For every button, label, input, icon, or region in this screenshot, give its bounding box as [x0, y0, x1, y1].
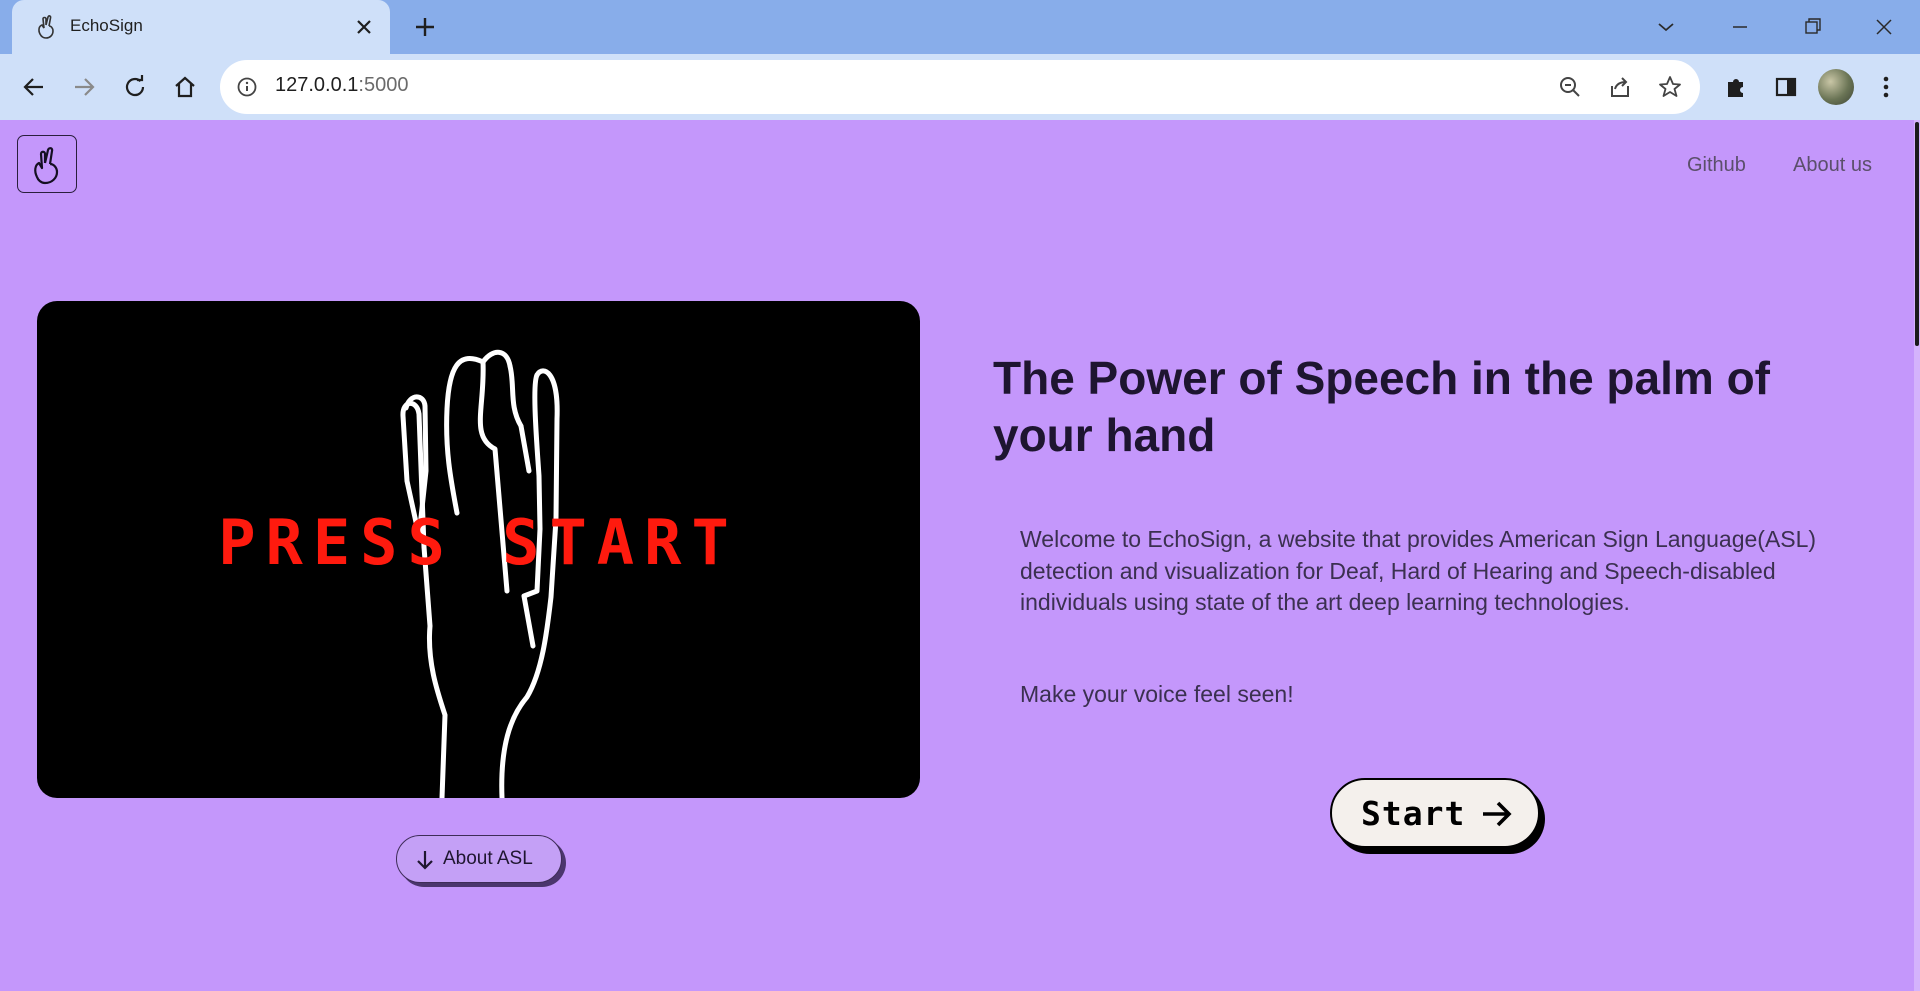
- url-host: 127.0.0.1: [275, 74, 359, 96]
- reload-icon[interactable]: [119, 71, 151, 103]
- start-label: Start: [1361, 794, 1466, 833]
- more-menu-icon[interactable]: [1870, 71, 1902, 103]
- profile-avatar[interactable]: [1818, 69, 1854, 105]
- tab-search-icon[interactable]: [1650, 11, 1682, 43]
- url-text[interactable]: 127.0.0.1:5000: [275, 74, 408, 97]
- demo-video[interactable]: PRESS START: [37, 301, 920, 798]
- close-window-icon[interactable]: [1868, 11, 1900, 43]
- arrow-down-icon: [417, 851, 433, 870]
- nav-github-link[interactable]: Github: [1687, 154, 1746, 177]
- address-bar[interactable]: 127.0.0.1:5000: [220, 60, 1700, 114]
- url-port: :5000: [358, 74, 409, 96]
- nav-about-us-link[interactable]: About us: [1793, 154, 1872, 177]
- hand-heart-icon: [38, 15, 54, 39]
- bookmark-star-icon[interactable]: [1657, 74, 1683, 100]
- new-tab-icon[interactable]: [410, 12, 440, 42]
- back-icon[interactable]: [18, 71, 50, 103]
- home-icon[interactable]: [169, 71, 201, 103]
- side-panel-icon[interactable]: [1770, 71, 1802, 103]
- hero-description: Welcome to EchoSign, a website that prov…: [1020, 526, 1817, 615]
- hero-tagline: Make your voice feel seen!: [1020, 681, 1294, 707]
- start-button[interactable]: Start: [1330, 778, 1540, 848]
- scrollbar[interactable]: [1914, 120, 1920, 991]
- share-icon[interactable]: [1607, 74, 1633, 100]
- arrow-right-icon: [1483, 801, 1512, 827]
- browser-tab[interactable]: EchoSign: [12, 0, 390, 54]
- extensions-icon[interactable]: [1720, 71, 1752, 103]
- site-info-icon[interactable]: [236, 76, 258, 98]
- site-logo[interactable]: [17, 135, 77, 193]
- forward-icon[interactable]: [68, 71, 100, 103]
- scroll-thumb[interactable]: [1915, 122, 1919, 346]
- restore-icon[interactable]: [1797, 11, 1829, 43]
- browser-toolbar: 127.0.0.1:5000: [0, 54, 1920, 120]
- hero-headline: The Power of Speech in the palm of your …: [993, 352, 1770, 461]
- about-asl-button[interactable]: About ASL: [396, 835, 562, 883]
- minimize-icon[interactable]: [1724, 11, 1756, 43]
- page-content: Github About us PRESS START About ASL Th…: [0, 120, 1920, 991]
- finger-heart-icon: [34, 147, 59, 185]
- press-start-text: PRESS START: [218, 506, 739, 579]
- close-tab-icon[interactable]: [352, 15, 376, 39]
- tab-title: EchoSign: [70, 16, 143, 35]
- about-asl-label: About ASL: [443, 848, 533, 869]
- browser-tabstrip: EchoSign: [0, 0, 1920, 54]
- zoom-icon[interactable]: [1557, 74, 1583, 100]
